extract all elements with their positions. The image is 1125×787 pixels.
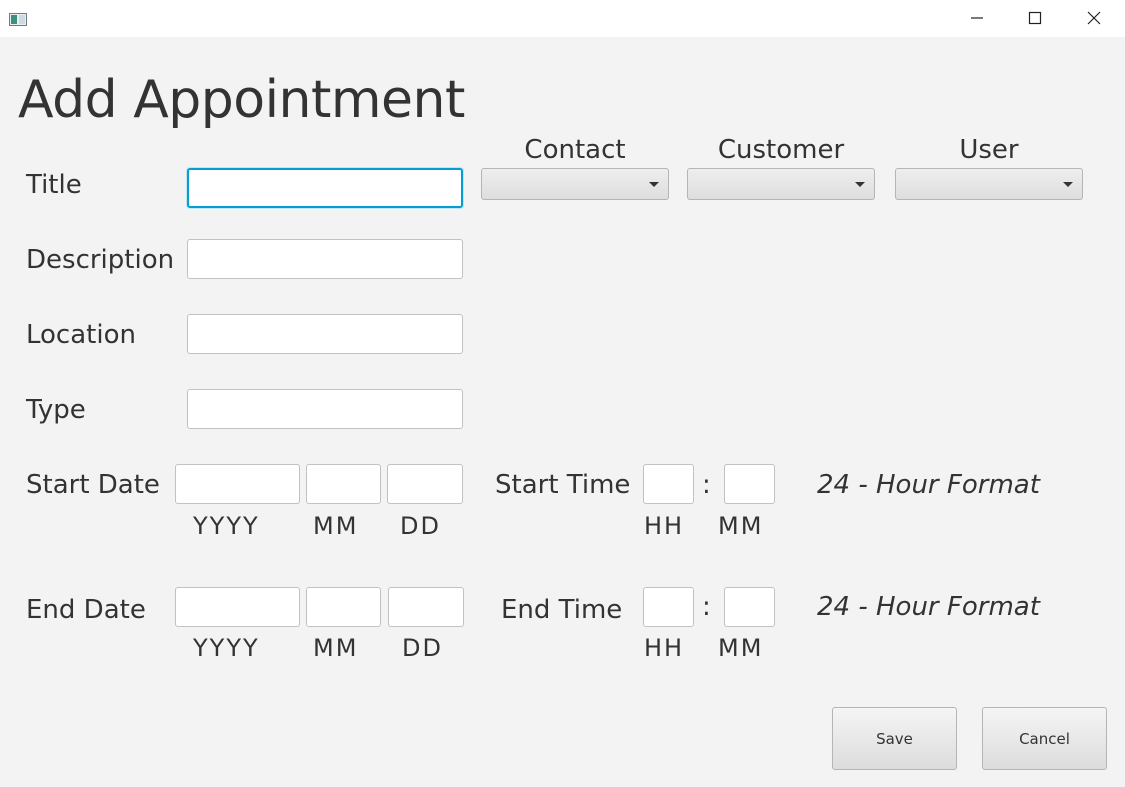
start-day-hint: DD [400,512,441,540]
customer-dropdown[interactable] [687,168,875,200]
end-month-hint: MM [313,634,359,662]
time-separator: : [702,470,711,500]
start-hour-hint: HH [644,512,685,540]
start-month-input[interactable] [306,464,381,504]
time-separator: : [702,592,711,622]
contact-label: Contact [524,135,626,165]
start-time-label: Start Time [495,470,631,500]
end-month-input[interactable] [306,587,381,627]
end-year-input[interactable] [175,587,300,627]
end-hour-hint: HH [644,634,685,662]
end-minute-input[interactable] [724,587,775,627]
end-year-hint: YYYY [193,634,260,662]
end-date-label: End Date [26,595,146,625]
start-hour-input[interactable] [643,464,694,504]
description-label: Description [26,245,175,275]
start-year-input[interactable] [175,464,300,504]
description-input[interactable] [187,239,463,279]
end-hour-input[interactable] [643,587,694,627]
chevron-down-icon [1063,182,1073,187]
app-icon [9,11,27,26]
title-input[interactable] [187,168,463,208]
minimize-button[interactable] [949,0,1007,37]
type-label: Type [26,395,86,425]
minimize-icon [971,17,983,19]
customer-label: Customer [717,135,845,165]
type-input[interactable] [187,389,463,429]
user-dropdown[interactable] [895,168,1083,200]
window-titlebar [0,0,1125,37]
maximize-button[interactable] [1007,0,1065,37]
start-day-input[interactable] [387,464,463,504]
start-date-label: Start Date [26,470,160,500]
end-format-note: 24 - Hour Format [817,592,1040,622]
start-year-hint: YYYY [193,512,260,540]
end-day-hint: DD [402,634,443,662]
cancel-button[interactable]: Cancel [982,707,1107,770]
close-button[interactable] [1066,0,1124,37]
start-format-note: 24 - Hour Format [817,470,1040,500]
end-day-input[interactable] [388,587,464,627]
close-icon [1087,11,1101,25]
start-month-hint: MM [313,512,359,540]
start-minute-hint: MM [718,512,764,540]
page-title: Add Appointment [18,70,465,130]
chevron-down-icon [855,182,865,187]
location-input[interactable] [187,314,463,354]
contact-dropdown[interactable] [481,168,669,200]
chevron-down-icon [649,182,659,187]
maximize-icon [1028,11,1042,25]
save-button[interactable]: Save [832,707,957,770]
end-time-label: End Time [501,595,623,625]
user-label: User [959,135,1019,165]
location-label: Location [26,320,136,350]
end-minute-hint: MM [718,634,764,662]
title-label: Title [26,170,82,200]
start-minute-input[interactable] [724,464,775,504]
